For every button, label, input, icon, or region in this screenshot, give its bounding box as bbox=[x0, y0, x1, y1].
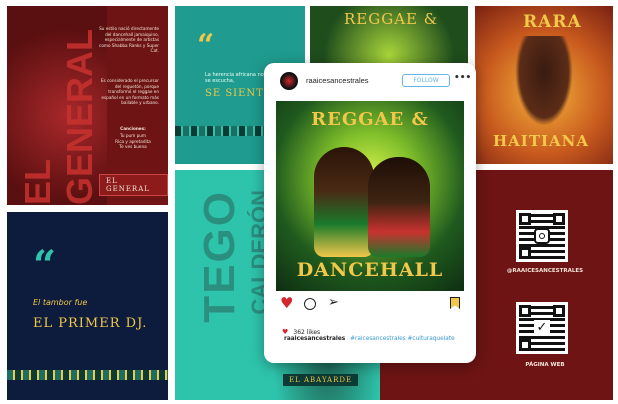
caption-row: raaicesancestrales #raicesancestrales #c… bbox=[284, 336, 469, 342]
instagram-post-card: raaicesancestrales FOLLOW ••• REGGAE & D… bbox=[264, 63, 476, 363]
tambor-quote-icon: “ bbox=[33, 242, 57, 289]
herencia-line: La herencia africana no se escucha, bbox=[205, 72, 264, 84]
likes-row: ♥ 362 likes bbox=[282, 319, 320, 336]
panel-el-general: EL GENERAL Su estilo nació directamente … bbox=[7, 6, 168, 205]
qr-instagram[interactable] bbox=[516, 210, 568, 262]
tego-tag: EL ABAYARDE bbox=[283, 374, 359, 386]
post-image-title-bottom: DANCEHALL bbox=[296, 259, 444, 281]
post-image-figure-right bbox=[368, 157, 430, 257]
comment-icon[interactable] bbox=[304, 298, 316, 310]
rara-title-top: RARA bbox=[523, 12, 582, 32]
el-general-tag: EL GENERAL bbox=[99, 174, 168, 196]
el-general-vertical-title: EL GENERAL bbox=[17, 28, 100, 205]
check-icon: ✓ bbox=[534, 320, 550, 336]
tego-vertical-1: TEGO bbox=[195, 190, 244, 323]
tambor-pattern bbox=[7, 370, 168, 380]
reggae-top-title: REGGAE & bbox=[344, 10, 439, 28]
el-general-para2: Es considerado el precursor del reguetón… bbox=[100, 78, 159, 105]
qr-handle: @RAAICESANCESTRALES bbox=[506, 268, 584, 274]
herencia-quote-icon: “ bbox=[197, 28, 215, 63]
avatar[interactable] bbox=[280, 72, 298, 90]
bookmark-icon[interactable] bbox=[450, 297, 460, 309]
post-image[interactable]: REGGAE & DANCEHALL bbox=[276, 101, 464, 291]
post-username[interactable]: raaicesancestrales bbox=[306, 76, 369, 85]
el-general-para1: Su estilo nació directamente del danceha… bbox=[99, 26, 159, 53]
rara-title-bottom: HAITIANA bbox=[493, 132, 589, 150]
caption-user[interactable]: raaicesancestrales bbox=[284, 336, 345, 342]
likes-count[interactable]: 362 likes bbox=[293, 329, 320, 336]
panel-tambor: “ El tambor fue EL PRIMER DJ. bbox=[7, 212, 168, 400]
tambor-line: El tambor fue bbox=[33, 298, 88, 307]
post-image-figure-left bbox=[314, 147, 374, 257]
likes-heart-icon: ♥ bbox=[282, 328, 289, 336]
more-dots-icon[interactable]: ••• bbox=[454, 73, 471, 83]
qr-web[interactable]: ✓ bbox=[516, 302, 568, 354]
panel-rara: RARA HAITIANA bbox=[475, 6, 613, 164]
post-image-title-top: REGGAE & bbox=[311, 109, 429, 130]
qr-web-label: PÁGINA WEB bbox=[525, 362, 565, 368]
el-general-songs-title: Canciones: bbox=[120, 126, 146, 131]
panel-reggae-top: REGGAE & bbox=[310, 6, 468, 68]
post-header: raaicesancestrales FOLLOW ••• bbox=[264, 63, 476, 99]
post-actions: ♥ ➢ bbox=[264, 295, 476, 315]
share-icon[interactable]: ➢ bbox=[328, 296, 339, 310]
el-general-songs: Tu pum pum Rica y apretadita Te ves buen… bbox=[115, 133, 151, 149]
herencia-highlight: SE SIENTE bbox=[205, 88, 273, 99]
follow-button[interactable]: FOLLOW bbox=[402, 74, 450, 87]
tambor-highlight: EL PRIMER DJ. bbox=[33, 316, 148, 331]
heart-icon[interactable]: ♥ bbox=[280, 295, 293, 311]
caption-tags[interactable]: #raicesancestrales #culturaquelate bbox=[350, 336, 455, 342]
instagram-icon bbox=[534, 228, 550, 244]
